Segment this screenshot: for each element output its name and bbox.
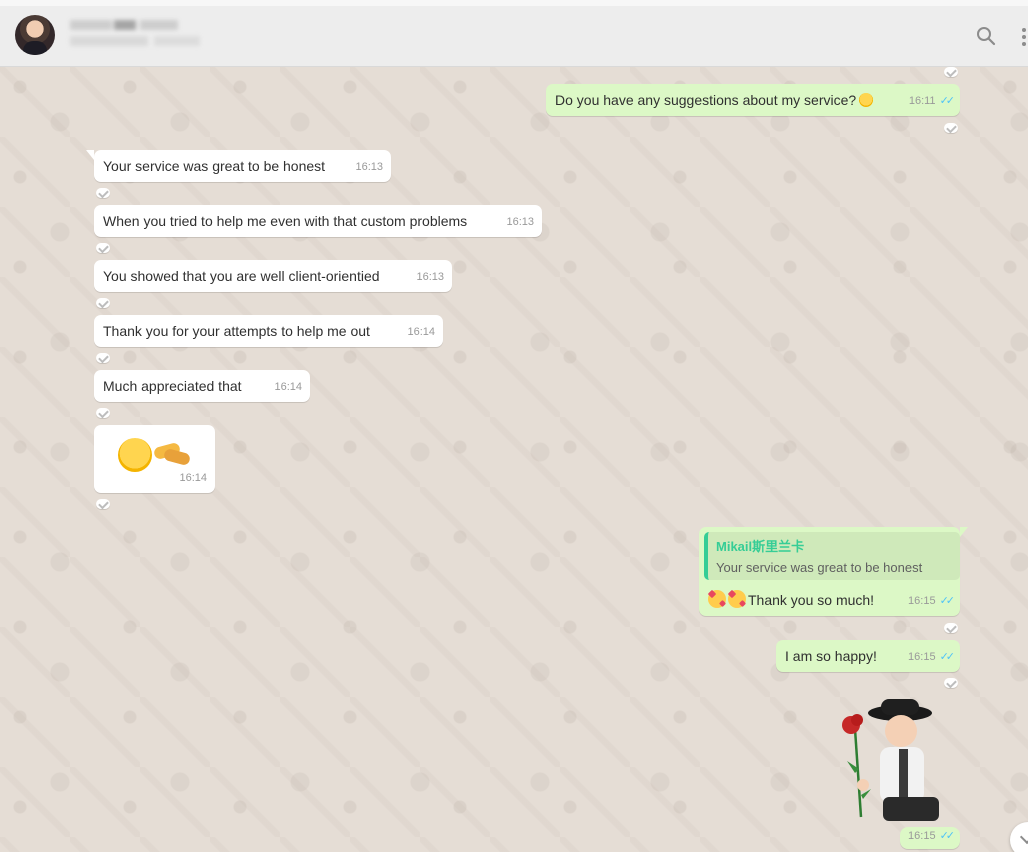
message-bubble-outgoing[interactable]: I am so happy! 16:15 ✓✓ [776,640,960,672]
reaction-chip[interactable] [96,298,110,308]
message-text: Much appreciated that [103,378,242,394]
contact-name-redacted[interactable] [70,18,200,56]
message-time: 16:11 ✓✓ [909,92,956,111]
chat-app: Do you have any suggestions about my ser… [0,0,1028,852]
read-receipt-icon: ✓✓ [939,830,956,842]
message-text: Thank you so much! [708,590,874,610]
message-time: 16:14 [274,381,302,393]
message-time: 16:13 [416,271,444,283]
reaction-chip[interactable] [944,678,958,688]
message-time: 16:13 [506,216,534,228]
quoted-text: Your service was great to be honest [716,560,923,575]
quoted-message[interactable]: Mikail斯里兰卡 Your service was great to be … [704,532,960,580]
reaction-chip[interactable] [96,353,110,363]
sticker-boy-with-rose[interactable] [835,699,947,827]
message-bubble-outgoing-reply[interactable]: Mikail斯里兰卡 Your service was great to be … [699,527,968,616]
message-text: Your service was great to be honest [103,158,326,174]
message-time: 16:15 ✓✓ [908,592,956,611]
more-vertical-icon[interactable] [1020,28,1028,46]
message-bubble-incoming[interactable]: You showed that you are well client-orie… [94,260,452,292]
smiling-face-emoji-icon [118,438,152,472]
message-text: Do you have any suggestions about my ser… [555,91,874,110]
message-text: When you tried to help me even with that… [103,213,468,229]
reaction-chip[interactable] [96,243,110,253]
reaction-chip[interactable] [96,499,110,509]
chat-header [0,6,1028,67]
message-bubble-incoming[interactable]: When you tried to help me even with that… [94,205,542,237]
message-text: Thank you for your attempts to help me o… [103,323,370,339]
read-receipt-icon: ✓✓ [939,651,956,663]
reaction-chip[interactable] [944,623,958,633]
message-text: You showed that you are well client-orie… [103,268,380,284]
message-time: 16:15 ✓✓ [908,827,956,846]
message-time: 16:13 [355,161,383,173]
message-bubble-incoming[interactable]: Much appreciated that 16:14 [94,370,310,402]
smiling-face-with-hearts-emoji-icon [708,590,726,608]
bubble-tail [960,527,968,537]
message-bubble-outgoing[interactable]: Do you have any suggestions about my ser… [546,84,960,116]
search-icon[interactable] [976,26,996,46]
sticker-time-chip: 16:15 ✓✓ [900,827,960,849]
read-receipt-icon: ✓✓ [939,595,956,607]
message-pane[interactable]: Do you have any suggestions about my ser… [0,67,1028,852]
smiling-face-emoji-icon [859,93,874,107]
message-time: 16:14 [407,326,435,338]
message-text: I am so happy! [785,648,877,664]
message-bubble-incoming-emoji[interactable]: 16:14 [94,425,215,493]
message-bubble-incoming[interactable]: Your service was great to be honest 16:1… [86,150,391,182]
read-receipt-icon: ✓✓ [939,95,956,107]
bubble-tail [86,150,94,160]
reaction-chip[interactable] [96,408,110,418]
reaction-chip[interactable] [96,188,110,198]
quoted-author: Mikail斯里兰卡 [716,539,805,554]
reaction-chip[interactable] [944,67,958,77]
message-bubble-incoming[interactable]: Thank you for your attempts to help me o… [94,315,443,347]
reaction-chip[interactable] [944,123,958,133]
contact-avatar[interactable] [15,15,55,55]
message-time: 16:15 ✓✓ [908,648,956,667]
handshake-emoji-icon [152,441,192,467]
message-time: 16:14 [179,472,207,484]
smiling-face-with-hearts-emoji-icon [728,590,746,608]
